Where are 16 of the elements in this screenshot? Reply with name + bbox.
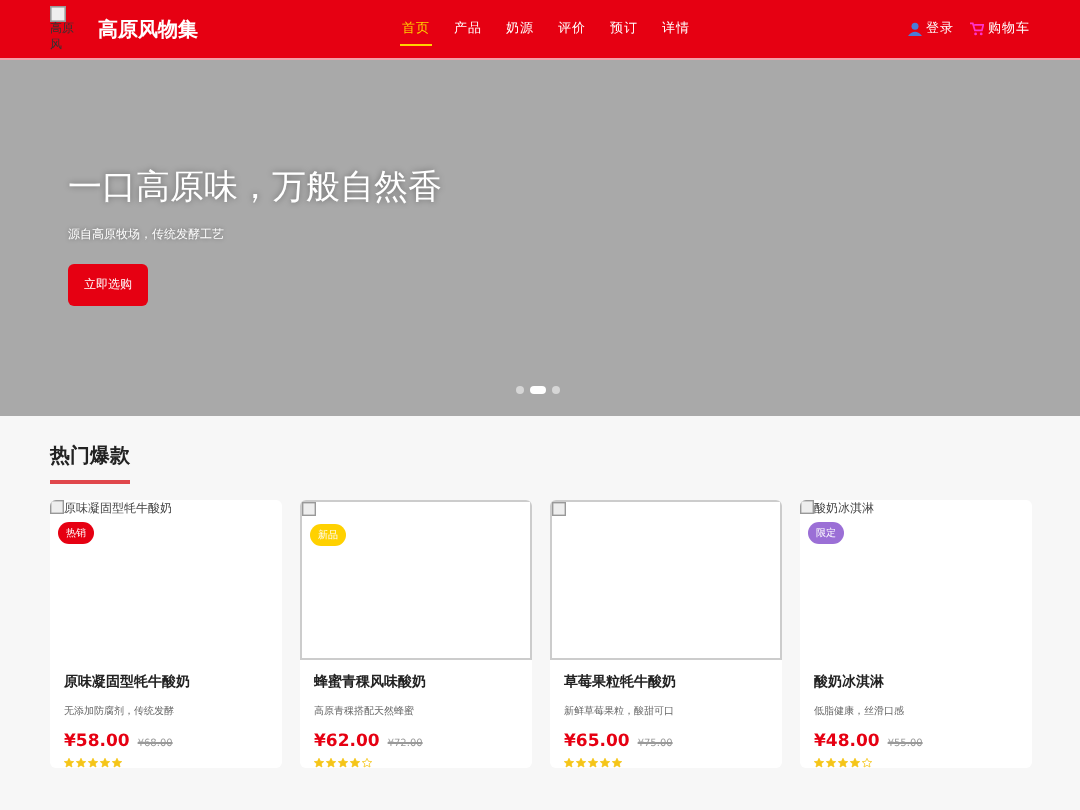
- product-price: ¥62.00: [314, 732, 380, 752]
- product-price: ¥48.00: [814, 732, 880, 752]
- carousel-dot[interactable]: [552, 386, 560, 394]
- cart-icon: [970, 22, 984, 36]
- brand-name: 高原风物集: [98, 16, 198, 43]
- broken-image-icon: [50, 500, 64, 514]
- product-price: ¥65.00: [564, 732, 630, 752]
- carousel-dot[interactable]: [516, 386, 524, 394]
- broken-image-icon: [800, 500, 814, 514]
- broken-image-icon: [302, 502, 316, 516]
- hero-title: 一口高原味，万般自然香: [68, 166, 442, 210]
- broken-image-icon: [552, 502, 566, 516]
- broken-image-icon: [50, 6, 66, 23]
- user-icon: [908, 22, 922, 36]
- section-title: 热门爆款: [50, 442, 130, 484]
- product-price: ¥58.00: [64, 732, 130, 752]
